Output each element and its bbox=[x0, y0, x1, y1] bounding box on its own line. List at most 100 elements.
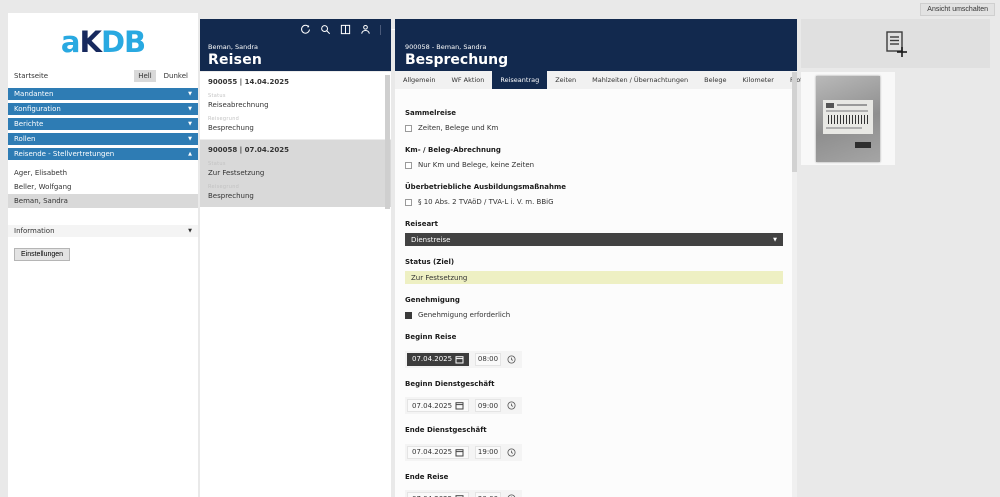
field-label-beginn-dienstgeschaeft: Beginn Dienstgeschäft bbox=[405, 380, 783, 388]
field-label-ende-reise: Ende Reise bbox=[405, 473, 783, 481]
clock-icon[interactable] bbox=[507, 401, 516, 410]
toggle-view-button[interactable]: Ansicht umschalten bbox=[920, 3, 995, 16]
trip-status-value: Reiseabrechnung bbox=[208, 101, 383, 109]
traveler-item[interactable]: Beller, Wolfgang bbox=[8, 180, 198, 194]
sidebar-item-mandanten[interactable]: Mandanten ▼ bbox=[8, 88, 198, 100]
person-icon[interactable] bbox=[360, 24, 371, 35]
checkbox-icon[interactable] bbox=[405, 162, 412, 169]
theme-dark-button[interactable]: Dunkel bbox=[160, 70, 192, 82]
chevron-down-icon: ▼ bbox=[188, 121, 192, 127]
field-label-reiseart: Reiseart bbox=[405, 220, 783, 228]
detail-subtitle: 900058 - Beman, Sandra bbox=[405, 43, 486, 51]
attachment-thumbnail-panel bbox=[801, 72, 895, 165]
tab-zeiten[interactable]: Zeiten bbox=[547, 71, 584, 89]
theme-light-button[interactable]: Hell bbox=[134, 70, 155, 82]
beginn-reise-datetime: 07.04.2025 08:00 bbox=[405, 351, 522, 368]
beginn-reise-time-input[interactable]: 08:00 bbox=[475, 353, 501, 366]
accordion-label: Konfiguration bbox=[14, 105, 61, 113]
status-ziel-value: Zur Festsetzung bbox=[405, 271, 783, 284]
add-receipt-dropzone[interactable] bbox=[801, 19, 990, 68]
traveler-item[interactable]: Ager, Elisabeth bbox=[8, 166, 198, 180]
trip-reason-label: Reisegrund bbox=[208, 184, 383, 190]
detail-tabs: Allgemein WF Aktion Reiseantrag Zeiten M… bbox=[395, 71, 797, 89]
detail-header: 900058 - Beman, Sandra Besprechung bbox=[395, 19, 797, 71]
tab-allgemein[interactable]: Allgemein bbox=[395, 71, 443, 89]
accordion-label: Berichte bbox=[14, 120, 43, 128]
checkbox-label: § 10 Abs. 2 TVAöD / TVA-L i. V. m. BBiG bbox=[418, 198, 554, 206]
toolbar-divider bbox=[380, 25, 381, 35]
reiseart-select[interactable]: Dienstreise ▼ bbox=[405, 233, 783, 246]
sidebar-item-information[interactable]: Information ▼ bbox=[8, 225, 198, 237]
sidebar-item-konfiguration[interactable]: Konfiguration ▼ bbox=[8, 103, 198, 115]
clock-icon[interactable] bbox=[507, 448, 516, 457]
checkbox-icon[interactable] bbox=[405, 125, 412, 132]
sidebar-item-berichte[interactable]: Berichte ▼ bbox=[8, 118, 198, 130]
trip-id-date: 900055 | 14.04.2025 bbox=[208, 78, 383, 86]
checkbox-label: Zeiten, Belege und Km bbox=[418, 124, 498, 132]
field-label-ende-dienstgeschaeft: Ende Dienstgeschäft bbox=[405, 426, 783, 434]
ende-reise-datetime: 07.04.2025 20:00 bbox=[405, 490, 522, 497]
columns-icon[interactable] bbox=[340, 24, 351, 35]
trip-list-scrollbar[interactable] bbox=[385, 75, 390, 209]
chevron-down-icon: ▼ bbox=[188, 106, 192, 112]
beginn-reise-date-input[interactable]: 07.04.2025 bbox=[407, 353, 469, 366]
akdb-logo: aKDB bbox=[8, 13, 198, 67]
beginn-dienstgeschaeft-time-input[interactable]: 09:00 bbox=[475, 399, 501, 412]
trip-reason-label: Reisegrund bbox=[208, 116, 383, 122]
ende-dienstgeschaeft-time-input[interactable]: 19:00 bbox=[475, 446, 501, 459]
trip-reason-value: Besprechung bbox=[208, 124, 383, 132]
tab-belege[interactable]: Belege bbox=[696, 71, 734, 89]
checkbox-icon[interactable] bbox=[405, 312, 412, 319]
ende-reise-date-input[interactable]: 07.04.2025 bbox=[407, 492, 469, 497]
accordion-label: Reisende - Stellvertretungen bbox=[14, 150, 114, 158]
refresh-icon[interactable] bbox=[300, 24, 311, 35]
tab-kilometer[interactable]: Kilometer bbox=[735, 71, 782, 89]
tab-wf-aktion[interactable]: WF Aktion bbox=[443, 71, 492, 89]
home-link[interactable]: Startseite bbox=[14, 72, 48, 80]
tab-reiseantrag[interactable]: Reiseantrag bbox=[492, 71, 547, 89]
receipt-label-area bbox=[823, 100, 873, 134]
ausbildung-checkbox-row[interactable]: § 10 Abs. 2 TVAöD / TVA-L i. V. m. BBiG bbox=[405, 196, 783, 208]
trip-status-label: Status bbox=[208, 161, 383, 167]
beginn-dienstgeschaeft-datetime: 07.04.2025 09:00 bbox=[405, 397, 522, 414]
settings-button[interactable]: Einstellungen bbox=[14, 248, 70, 261]
tab-mahlzeiten-uebernachtungen[interactable]: Mahlzeiten / Übernachtungen bbox=[584, 71, 696, 89]
calendar-icon[interactable] bbox=[455, 355, 464, 364]
detail-title: Besprechung bbox=[405, 52, 508, 68]
trip-reason-value: Besprechung bbox=[208, 192, 383, 200]
sammelreise-checkbox-row[interactable]: Zeiten, Belege und Km bbox=[405, 122, 783, 134]
trip-list-item-selected[interactable]: 900058 | 07.04.2025 Status Zur Festsetzu… bbox=[200, 139, 391, 207]
genehmigung-checkbox-row[interactable]: Genehmigung erforderlich bbox=[405, 309, 783, 321]
chevron-down-icon: ▼ bbox=[188, 136, 192, 142]
checkbox-label: Genehmigung erforderlich bbox=[418, 311, 510, 319]
detail-scrollbar-track[interactable] bbox=[792, 72, 797, 497]
ende-dienstgeschaeft-date-input[interactable]: 07.04.2025 bbox=[407, 446, 469, 459]
trip-list-title: Reisen bbox=[208, 52, 262, 68]
receipt-thumbnail[interactable] bbox=[816, 76, 880, 162]
checkbox-icon[interactable] bbox=[405, 199, 412, 206]
beginn-dienstgeschaeft-date-input[interactable]: 07.04.2025 bbox=[407, 399, 469, 412]
sidebar: aKDB Startseite Hell Dunkel Mandanten ▼ … bbox=[8, 13, 198, 497]
trip-detail-panel: 900058 - Beman, Sandra Besprechung Allge… bbox=[395, 19, 797, 497]
search-icon[interactable] bbox=[320, 24, 331, 35]
barcode-graphic bbox=[828, 115, 868, 124]
km-beleg-checkbox-row[interactable]: Nur Km und Belege, keine Zeiten bbox=[405, 159, 783, 171]
chevron-down-icon: ▼ bbox=[773, 237, 777, 243]
accordion-label: Rollen bbox=[14, 135, 35, 143]
trip-list-header: Beman, Sandra Reisen bbox=[200, 19, 391, 71]
detail-scrollbar-thumb[interactable] bbox=[792, 72, 797, 172]
traveler-item-selected[interactable]: Beman, Sandra bbox=[8, 194, 198, 208]
trip-list-item[interactable]: 900055 | 14.04.2025 Status Reiseabrechnu… bbox=[200, 71, 391, 139]
sidebar-item-reisende-stellvertretungen[interactable]: Reisende - Stellvertretungen ▲ bbox=[8, 148, 198, 160]
trip-id-date: 900058 | 07.04.2025 bbox=[208, 146, 383, 154]
reiseantrag-form: Sammelreise Zeiten, Belege und Km Km- / … bbox=[395, 89, 797, 497]
calendar-icon[interactable] bbox=[455, 448, 464, 457]
trip-list-user: Beman, Sandra bbox=[208, 43, 258, 51]
ende-reise-time-input[interactable]: 20:00 bbox=[475, 492, 501, 497]
trip-status-value: Zur Festsetzung bbox=[208, 169, 383, 177]
calendar-icon[interactable] bbox=[455, 401, 464, 410]
information-label: Information bbox=[14, 227, 55, 235]
clock-icon[interactable] bbox=[507, 355, 516, 364]
home-row: Startseite Hell Dunkel bbox=[8, 67, 198, 88]
sidebar-item-rollen[interactable]: Rollen ▼ bbox=[8, 133, 198, 145]
